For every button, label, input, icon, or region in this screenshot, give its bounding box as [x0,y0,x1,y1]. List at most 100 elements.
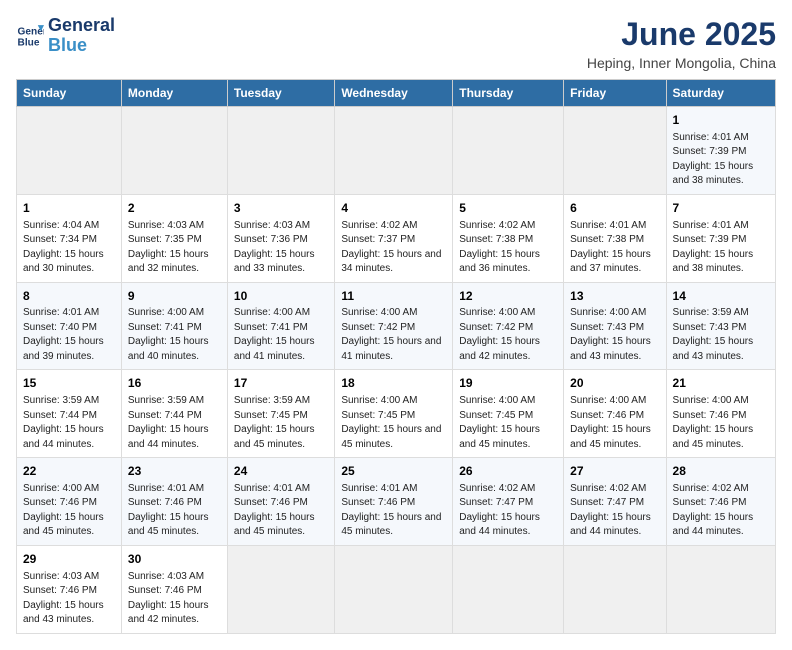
cell-content: Sunrise: 3:59 AMSunset: 7:45 PMDaylight:… [234,394,328,452]
calendar-cell: 27 Sunrise: 4:02 AMSunset: 7:47 PMDayligh… [564,458,666,546]
cell-content: Sunrise: 4:00 AMSunset: 7:45 PMDaylight:… [341,394,446,452]
location-subtitle: Heping, Inner Mongolia, China [587,55,776,71]
cell-content: Sunrise: 4:02 AMSunset: 7:47 PMDaylight:… [570,482,659,540]
calendar-cell: 15Sunrise: 3:59 AMSunset: 7:44 PMDayligh… [17,370,122,458]
calendar-cell: 21Sunrise: 4:00 AMSunset: 7:46 PMDayligh… [666,370,775,458]
day-number: 18 [341,375,446,392]
calendar-cell [17,107,122,195]
day-number: 25 [341,463,446,480]
cell-content: Sunrise: 4:01 AMSunset: 7:39 PMDaylight:… [673,131,769,189]
day-number: 26 [459,463,557,480]
day-number: 7 [673,200,769,217]
cell-content: Sunrise: 4:01 AMSunset: 7:46 PMDaylight:… [234,482,328,540]
calendar-cell: 6Sunrise: 4:01 AMSunset: 7:38 PMDaylight… [564,194,666,282]
column-header-monday: Monday [121,80,227,107]
day-number: 10 [234,288,328,305]
calendar-header: SundayMondayTuesdayWednesdayThursdayFrid… [17,80,776,107]
calendar-cell: 14Sunrise: 3:59 AMSunset: 7:43 PMDayligh… [666,282,775,370]
day-number: 29 [23,551,115,568]
cell-content: Sunrise: 4:02 AMSunset: 7:47 PMDaylight:… [459,482,557,540]
day-number: 3 [234,200,328,217]
calendar-cell: 7 Sunrise: 4:01 AMSunset: 7:39 PMDaylight… [666,194,775,282]
calendar-cell: 30 Sunrise: 4:03 AMSunset: 7:46 PMDayligh… [121,545,227,633]
calendar-week-4: 15Sunrise: 3:59 AMSunset: 7:44 PMDayligh… [17,370,776,458]
cell-content: Sunrise: 4:03 AMSunset: 7:46 PMDaylight:… [23,570,115,628]
cell-content: Sunrise: 4:02 AMSunset: 7:46 PMDaylight:… [673,482,769,540]
calendar-cell: 5Sunrise: 4:02 AMSunset: 7:38 PMDaylight… [453,194,564,282]
cell-content: Sunrise: 4:01 AMSunset: 7:39 PMDaylight:… [673,219,769,277]
calendar-cell: 9Sunrise: 4:00 AMSunset: 7:41 PMDaylight… [121,282,227,370]
logo-text: General Blue [48,16,115,56]
calendar-cell [666,545,775,633]
cell-content: Sunrise: 4:00 AMSunset: 7:42 PMDaylight:… [341,306,446,364]
calendar-cell: 25 Sunrise: 4:01 AMSunset: 7:46 PMDayligh… [335,458,453,546]
calendar-cell: 18 Sunrise: 4:00 AMSunset: 7:45 PMDayligh… [335,370,453,458]
calendar-cell: 26 Sunrise: 4:02 AMSunset: 7:47 PMDayligh… [453,458,564,546]
page-header: General Blue General Blue June 2025 Hepi… [16,16,776,71]
cell-content: Sunrise: 4:03 AMSunset: 7:35 PMDaylight:… [128,219,221,277]
calendar-cell: 22 Sunrise: 4:00 AMSunset: 7:46 PMDayligh… [17,458,122,546]
calendar-week-2: 1Sunrise: 4:04 AMSunset: 7:34 PMDaylight… [17,194,776,282]
day-number: 17 [234,375,328,392]
calendar-cell: 1Sunrise: 4:04 AMSunset: 7:34 PMDaylight… [17,194,122,282]
calendar-cell: 2Sunrise: 4:03 AMSunset: 7:35 PMDaylight… [121,194,227,282]
calendar-cell [121,107,227,195]
cell-content: Sunrise: 4:01 AMSunset: 7:40 PMDaylight:… [23,306,115,364]
cell-content: Sunrise: 4:00 AMSunset: 7:42 PMDaylight:… [459,306,557,364]
cell-content: Sunrise: 3:59 AMSunset: 7:43 PMDaylight:… [673,306,769,364]
day-number: 14 [673,288,769,305]
svg-text:Blue: Blue [18,37,40,48]
calendar-cell [227,107,334,195]
day-number: 12 [459,288,557,305]
day-number: 1 [23,200,115,217]
calendar-cell: 8Sunrise: 4:01 AMSunset: 7:40 PMDaylight… [17,282,122,370]
calendar-cell [335,107,453,195]
calendar-week-6: 29 Sunrise: 4:03 AMSunset: 7:46 PMDayligh… [17,545,776,633]
calendar-table: SundayMondayTuesdayWednesdayThursdayFrid… [16,79,776,634]
day-number: 8 [23,288,115,305]
day-number: 28 [673,463,769,480]
cell-content: Sunrise: 4:00 AMSunset: 7:41 PMDaylight:… [234,306,328,364]
cell-content: Sunrise: 4:00 AMSunset: 7:41 PMDaylight:… [128,306,221,364]
cell-content: Sunrise: 4:03 AMSunset: 7:46 PMDaylight:… [128,570,221,628]
day-number: 30 [128,551,221,568]
calendar-cell: 17 Sunrise: 3:59 AMSunset: 7:45 PMDayligh… [227,370,334,458]
column-header-tuesday: Tuesday [227,80,334,107]
day-number: 15 [23,375,115,392]
calendar-cell [564,107,666,195]
calendar-cell [453,545,564,633]
title-block: June 2025 Heping, Inner Mongolia, China [587,16,776,71]
calendar-cell: 16Sunrise: 3:59 AMSunset: 7:44 PMDayligh… [121,370,227,458]
column-header-sunday: Sunday [17,80,122,107]
calendar-cell: 19Sunrise: 4:00 AMSunset: 7:45 PMDayligh… [453,370,564,458]
cell-content: Sunrise: 4:01 AMSunset: 7:46 PMDaylight:… [341,482,446,540]
cell-content: Sunrise: 4:00 AMSunset: 7:46 PMDaylight:… [23,482,115,540]
calendar-cell: 3Sunrise: 4:03 AMSunset: 7:36 PMDaylight… [227,194,334,282]
calendar-cell [453,107,564,195]
calendar-body: 1 Sunrise: 4:01 AMSunset: 7:39 PMDaylight… [17,107,776,634]
calendar-week-1: 1 Sunrise: 4:01 AMSunset: 7:39 PMDaylight… [17,107,776,195]
column-header-thursday: Thursday [453,80,564,107]
calendar-cell: 11Sunrise: 4:00 AMSunset: 7:42 PMDayligh… [335,282,453,370]
calendar-cell [227,545,334,633]
month-title: June 2025 [587,16,776,53]
calendar-cell [335,545,453,633]
header-row: SundayMondayTuesdayWednesdayThursdayFrid… [17,80,776,107]
day-number: 22 [23,463,115,480]
calendar-cell: 13Sunrise: 4:00 AMSunset: 7:43 PMDayligh… [564,282,666,370]
day-number: 27 [570,463,659,480]
day-number: 1 [673,112,769,129]
day-number: 5 [459,200,557,217]
logo: General Blue General Blue [16,16,115,56]
calendar-cell: 24Sunrise: 4:01 AMSunset: 7:46 PMDayligh… [227,458,334,546]
cell-content: Sunrise: 4:00 AMSunset: 7:45 PMDaylight:… [459,394,557,452]
calendar-cell: 1 Sunrise: 4:01 AMSunset: 7:39 PMDaylight… [666,107,775,195]
calendar-cell: 29 Sunrise: 4:03 AMSunset: 7:46 PMDayligh… [17,545,122,633]
day-number: 16 [128,375,221,392]
cell-content: Sunrise: 4:00 AMSunset: 7:46 PMDaylight:… [570,394,659,452]
column-header-saturday: Saturday [666,80,775,107]
column-header-wednesday: Wednesday [335,80,453,107]
calendar-cell: 12Sunrise: 4:00 AMSunset: 7:42 PMDayligh… [453,282,564,370]
calendar-cell: 28 Sunrise: 4:02 AMSunset: 7:46 PMDayligh… [666,458,775,546]
day-number: 4 [341,200,446,217]
